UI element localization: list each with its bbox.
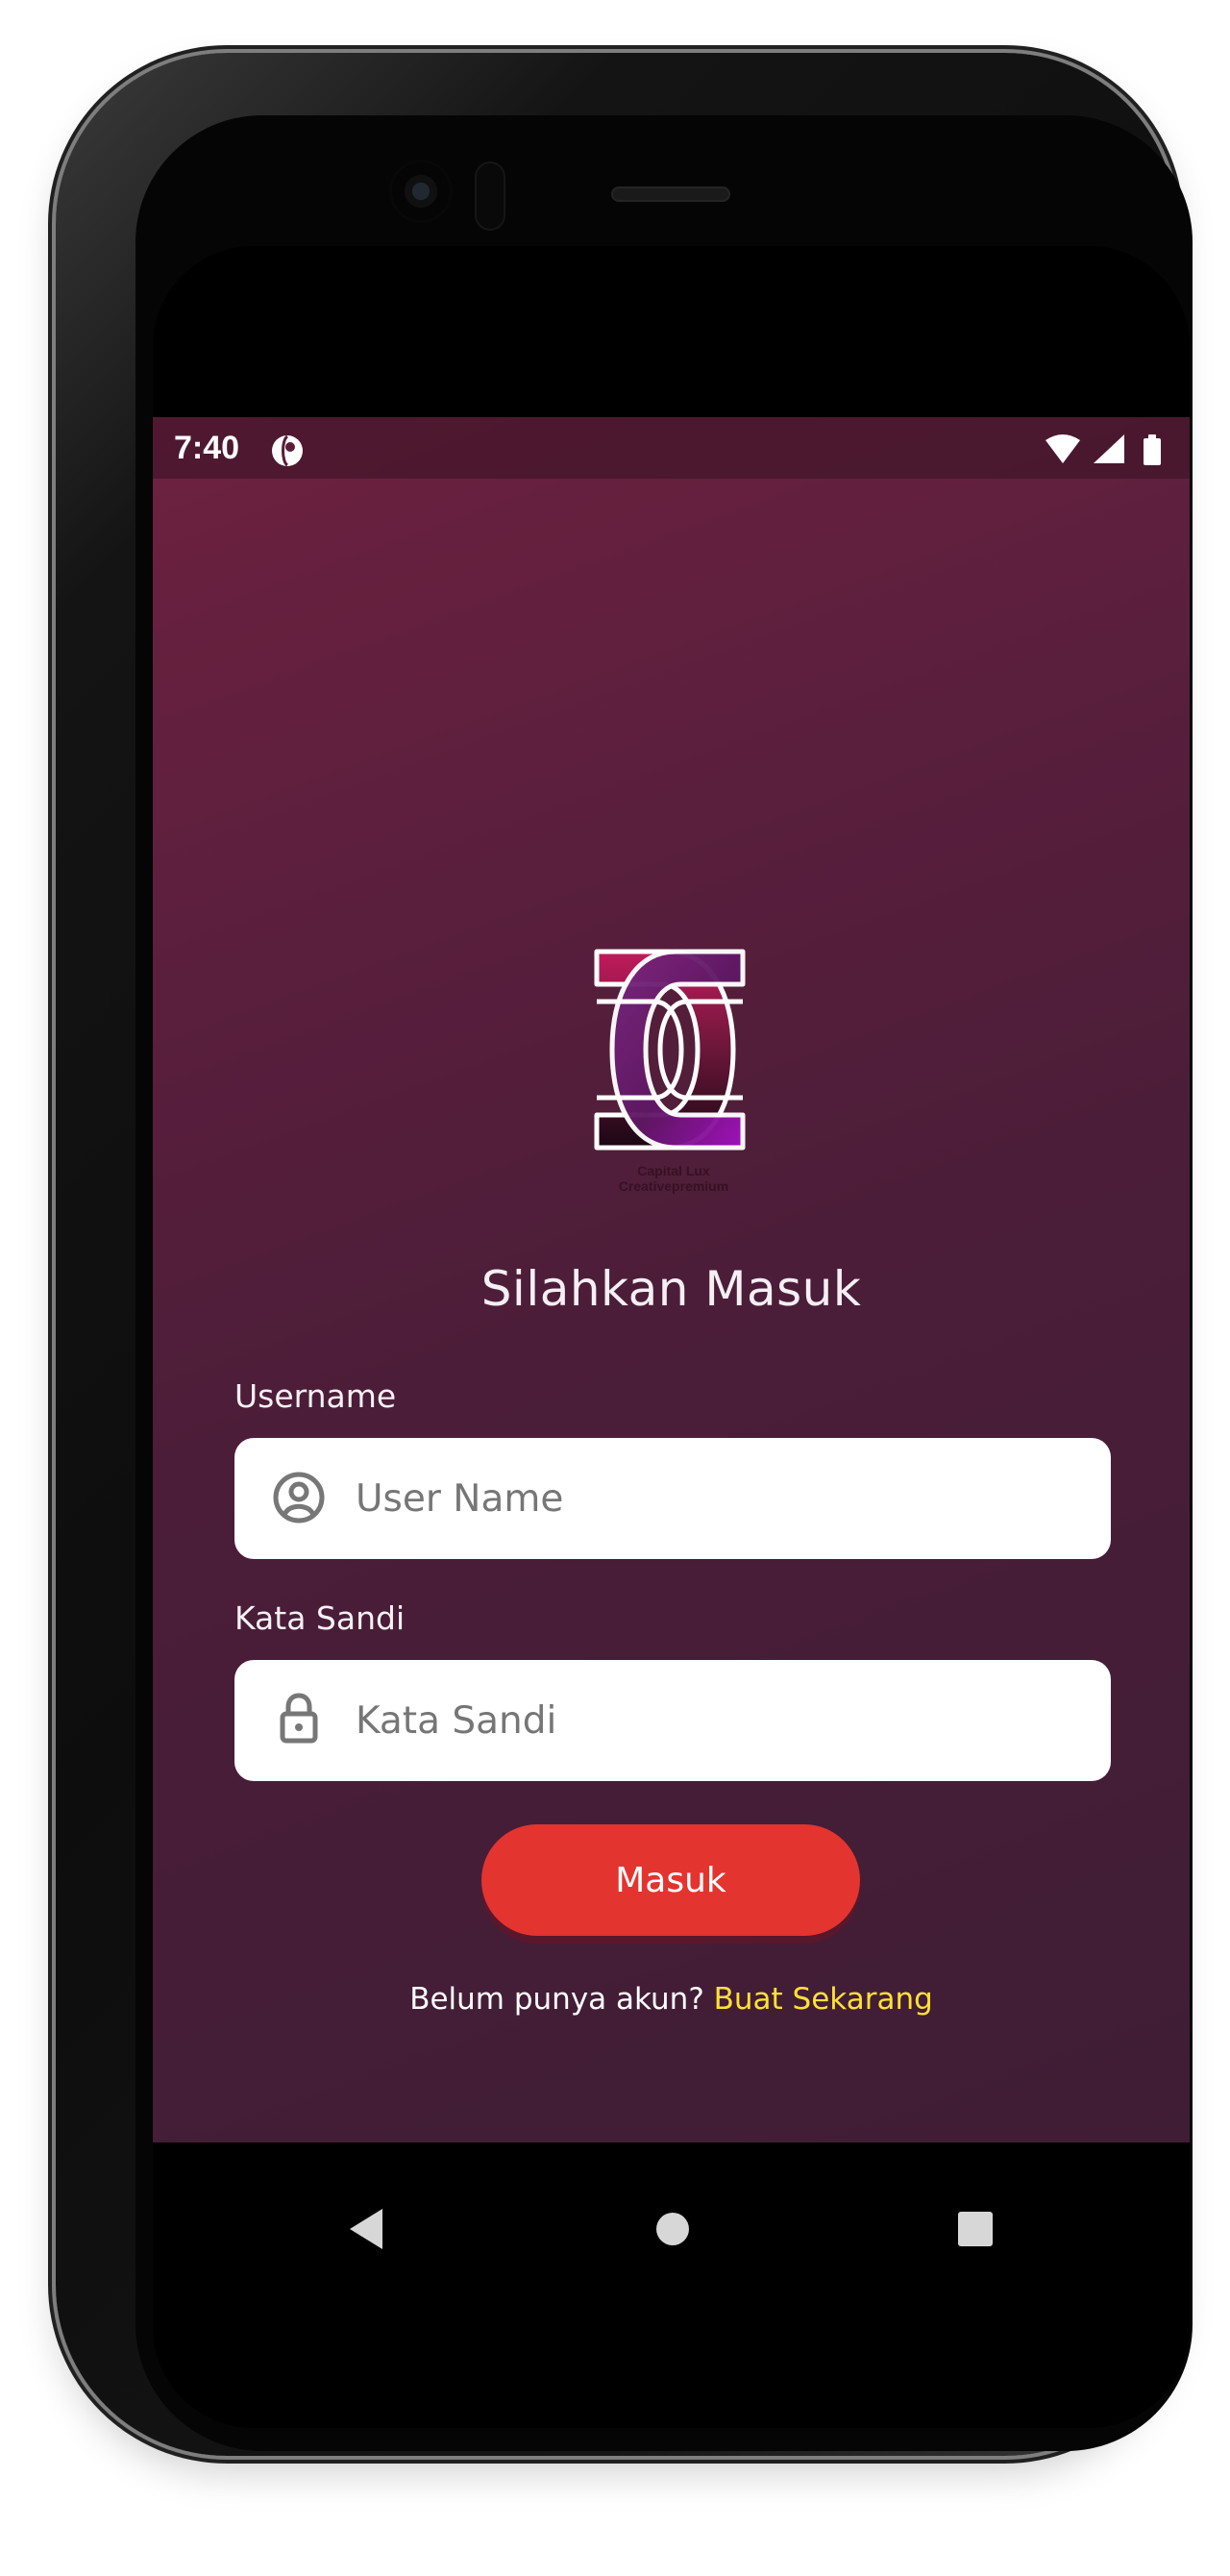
home-icon[interactable]: [639, 2195, 706, 2263]
user-circle-icon: [273, 1472, 325, 1523]
camera-icon: [389, 160, 453, 223]
status-bar: 7:40: [153, 417, 1190, 479]
password-label: Kata Sandi: [234, 1599, 406, 1637]
register-link[interactable]: Buat Sekarang: [714, 1982, 933, 2017]
top-screen-area: [153, 246, 1190, 417]
recent-apps-icon[interactable]: [942, 2195, 1009, 2263]
login-screen: 7:40 Capital Lux Creativepremium Silahka…: [153, 417, 1190, 2143]
username-field[interactable]: [234, 1438, 1111, 1559]
page-title: Silahkan Masuk: [480, 1261, 862, 1317]
username-input[interactable]: [356, 1461, 1067, 1536]
phone-screen: 7:40 Capital Lux Creativepremium Silahka…: [153, 246, 1190, 2428]
password-input[interactable]: [356, 1683, 1067, 1758]
device-screenshot: 7:40 Capital Lux Creativepremium Silahka…: [0, 0, 1230, 2576]
logo-caption-line-1: Capital Lux: [637, 1163, 710, 1178]
back-icon[interactable]: [335, 2195, 403, 2263]
app-status-icon: [272, 434, 303, 467]
register-prompt-line: Belum punya akun? Buat Sekarang: [153, 1980, 1190, 2019]
logo-caption-line-2: Creativepremium: [618, 1178, 729, 1194]
wifi-icon: [1046, 434, 1080, 463]
android-navigation-bar: [153, 2143, 1190, 2428]
login-button[interactable]: Masuk: [481, 1824, 860, 1936]
battery-icon: [1144, 434, 1161, 465]
logo-caption: Capital Lux Creativepremium: [603, 1163, 745, 1194]
signal-icon: [1094, 434, 1124, 463]
lock-icon: [280, 1693, 318, 1744]
phone-frame: 7:40 Capital Lux Creativepremium Silahka…: [56, 53, 1193, 2456]
status-icons: [1046, 434, 1161, 465]
sensor-icon: [475, 161, 505, 231]
register-prompt: Belum punya akun?: [409, 1982, 704, 2017]
app-logo: [594, 949, 746, 1151]
speaker-grille: [611, 186, 730, 202]
status-time: 7:40: [174, 430, 240, 466]
username-label: Username: [234, 1377, 397, 1415]
password-field[interactable]: [234, 1660, 1111, 1781]
